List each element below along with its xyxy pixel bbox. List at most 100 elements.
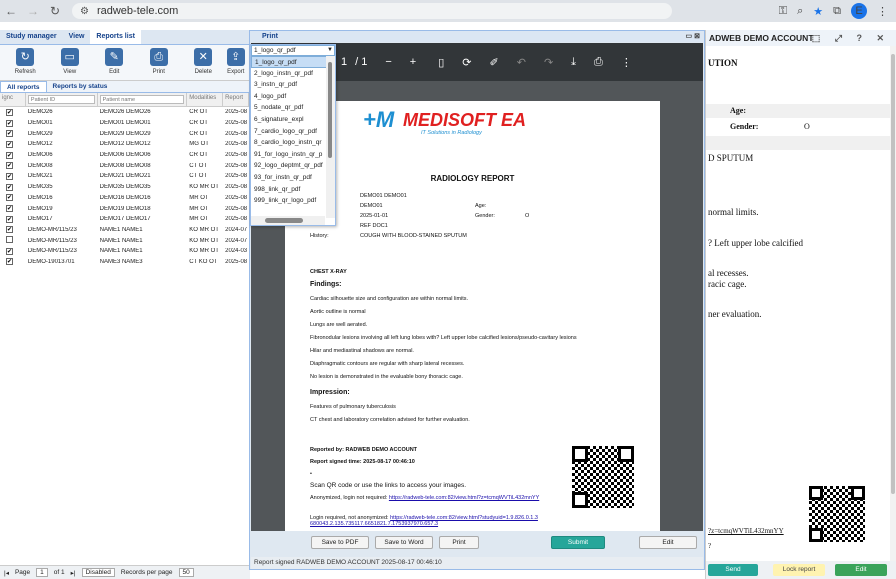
table-row[interactable]: ✔ DEMO29 DEMO29 DEMO29 CR OT 2025-08: [0, 128, 249, 139]
row-checkbox[interactable]: ✔: [6, 194, 13, 202]
preview-window-icons[interactable]: ⬚ ⤢ ? ✕: [812, 30, 890, 46]
tab-study-manager[interactable]: Study manager: [0, 30, 63, 44]
refresh-button[interactable]: ↻ Refresh: [4, 48, 47, 77]
status-filter-select[interactable]: Disabled: [81, 568, 115, 577]
edit-preview-button[interactable]: Edit: [835, 564, 887, 576]
row-checkbox[interactable]: ✔: [6, 130, 13, 138]
forward-icon[interactable]: →: [22, 4, 44, 18]
table-row[interactable]: DEMO-MR/115/23 NAME1 NAME1 KO MR OT 2024-07: [0, 235, 249, 246]
key-icon[interactable]: ⚿: [779, 5, 787, 18]
print-action-button[interactable]: Print: [439, 536, 479, 549]
template-option[interactable]: 1_logo_qr_pdf: [251, 56, 335, 68]
preview-scrollbar[interactable]: [890, 46, 896, 561]
row-checkbox[interactable]: ✔: [6, 183, 13, 191]
table-row[interactable]: ✔ DEMO17 DEMO17 DEMO17 MR OT 2025-08: [0, 214, 249, 225]
row-checkbox[interactable]: ✔: [6, 140, 13, 148]
undo-icon[interactable]: ↶: [517, 56, 526, 69]
patient-id-filter[interactable]: [27, 95, 95, 104]
profile-avatar[interactable]: E: [851, 3, 867, 19]
row-checkbox[interactable]: ✔: [6, 215, 13, 223]
row-checkbox[interactable]: [6, 236, 13, 244]
zoom-out-icon[interactable]: −: [385, 56, 391, 68]
tab-view[interactable]: View: [63, 30, 91, 44]
table-row[interactable]: ✔ DEMO-19013701 NAME3 NAME3 CT KO OT 2025-08: [0, 257, 249, 268]
template-option[interactable]: 5_nodate_qr_pdf: [251, 102, 335, 114]
table-row[interactable]: ✔ DEMO-MR/115/23 NAME1 NAME1 KO MR OT 2024-0…: [0, 225, 249, 236]
table-row[interactable]: ✔ DEMO01 DEMO01 DEMO01 CR OT 2025-08: [0, 118, 249, 129]
save-to-word-button[interactable]: Save to Word: [375, 536, 433, 549]
row-checkbox[interactable]: ✔: [6, 119, 13, 127]
more-icon[interactable]: ⋮: [621, 56, 632, 69]
first-page-icon[interactable]: |◂: [4, 569, 9, 577]
export-button[interactable]: ⇪ Export: [226, 48, 245, 77]
template-option[interactable]: 92_logo_deptmt_qr_pdf: [251, 160, 335, 172]
print-pdf-icon[interactable]: ⎙: [594, 56, 603, 69]
anon-link[interactable]: https://radweb-tele.com:82/view.html?z=t…: [389, 495, 539, 501]
site-info-icon[interactable]: ⚙: [80, 6, 89, 17]
print-button[interactable]: ⎙ Print: [138, 48, 181, 77]
preview-link[interactable]: ?z=tcmqWVTiL432mnYY: [708, 527, 784, 535]
download-icon[interactable]: ⤓: [571, 56, 576, 69]
table-row[interactable]: ✔ DEMO21 DEMO21 DEMO21 CT OT 2025-08: [0, 171, 249, 182]
reload-icon[interactable]: ↻: [44, 4, 66, 18]
table-row[interactable]: ✔ DEMO-MR/115/23 NAME1 NAME1 KO MR OT 2024-0…: [0, 246, 249, 257]
back-icon[interactable]: ←: [0, 4, 22, 18]
pdf-page-number[interactable]: 1: [341, 56, 347, 68]
row-checkbox[interactable]: ✔: [6, 247, 13, 255]
patient-name-filter[interactable]: [99, 95, 185, 104]
template-option[interactable]: 91_for_logo_instn_qr_p: [251, 149, 335, 161]
next-page-icon[interactable]: ▸|: [71, 569, 76, 577]
row-checkbox[interactable]: ✔: [6, 162, 13, 170]
template-option[interactable]: 3_instn_qr_pdf: [251, 79, 335, 91]
tab-all-reports[interactable]: All reports: [0, 81, 47, 92]
tab-reports-list[interactable]: Reports list: [90, 30, 141, 44]
send-button[interactable]: Send: [708, 564, 758, 576]
close-icon[interactable]: ⊠: [694, 33, 700, 40]
dropdown-vertical-scrollbar[interactable]: [326, 56, 335, 218]
submit-button[interactable]: Submit: [551, 536, 605, 549]
table-row[interactable]: ✔ DEMO35 DEMO35 DEMO35 KO MR OT 2025-08: [0, 182, 249, 193]
chevron-down-icon[interactable]: ▼: [327, 45, 333, 55]
dropdown-horizontal-scrollbar[interactable]: [251, 216, 325, 225]
template-option[interactable]: 4_logo_pdf: [251, 91, 335, 103]
template-dropdown[interactable]: 1_logo_qr_pdf ▼ 1_logo_qr_pdf 2_logo_inst…: [250, 44, 336, 226]
template-option[interactable]: 998_link_qr_pdf: [251, 184, 335, 196]
template-option[interactable]: 2_logo_instn_qr_pdf: [251, 68, 335, 80]
page-input[interactable]: 1: [36, 568, 48, 577]
delete-button[interactable]: ✕ Delete: [182, 48, 225, 77]
row-checkbox[interactable]: ✔: [6, 172, 13, 180]
view-button[interactable]: ▭ View: [49, 48, 92, 77]
minimize-icon[interactable]: ▭: [686, 33, 693, 40]
row-checkbox[interactable]: ✔: [6, 151, 13, 159]
row-checkbox[interactable]: ✔: [6, 205, 13, 213]
save-to-pdf-button[interactable]: Save to PDF: [311, 536, 369, 549]
template-option[interactable]: 7_cardio_logo_qr_pdf: [251, 126, 335, 138]
template-option[interactable]: 93_for_instn_qr_pdf: [251, 172, 335, 184]
table-row[interactable]: ✔ DEMO12 DEMO12 DEMO12 MG OT 2025-08: [0, 139, 249, 150]
fit-page-icon[interactable]: ▯: [438, 56, 444, 69]
table-row[interactable]: ✔ DEMO16 DEMO16 DEMO16 MR OT 2025-08: [0, 193, 249, 204]
bookmark-star-icon[interactable]: ★: [813, 5, 823, 18]
table-row[interactable]: ✔ DEMO19 DEMO19 DEMO18 MR OT 2025-08: [0, 203, 249, 214]
col-header-modalities[interactable]: Modalities: [187, 93, 224, 106]
template-option[interactable]: 999_link_qr_logo_pdf: [251, 195, 335, 207]
edit-report-button[interactable]: Edit: [639, 536, 697, 549]
table-row[interactable]: ✔ DEMO06 DEMO06 DEMO06 CR OT 2025-08: [0, 150, 249, 161]
table-row[interactable]: ✔ DEMO08 DEMO08 DEMO08 CT OT 2025-08: [0, 160, 249, 171]
template-select[interactable]: 1_logo_qr_pdf ▼: [251, 45, 335, 56]
row-checkbox[interactable]: ✔: [6, 258, 13, 266]
row-checkbox[interactable]: ✔: [6, 226, 13, 234]
redo-icon[interactable]: ↷: [544, 56, 553, 69]
rotate-icon[interactable]: ⟳: [462, 56, 471, 69]
annotate-icon[interactable]: ✐: [490, 56, 499, 69]
zoom-in-icon[interactable]: +: [410, 56, 416, 68]
lock-report-button[interactable]: Lock report: [773, 564, 825, 576]
table-row[interactable]: ✔ DEMO26 DEMO26 DEMO26 CR OT 2025-08: [0, 107, 249, 118]
edit-button[interactable]: ✎ Edit: [93, 48, 136, 77]
zoom-icon[interactable]: ⌕: [797, 5, 803, 18]
col-header-ignore[interactable]: ignc: [0, 93, 26, 106]
menu-icon[interactable]: ⋮: [877, 5, 888, 18]
tab-reports-by-status[interactable]: Reports by status: [47, 81, 114, 92]
row-checkbox[interactable]: ✔: [6, 108, 13, 116]
extensions-icon[interactable]: ⧉: [833, 5, 841, 18]
